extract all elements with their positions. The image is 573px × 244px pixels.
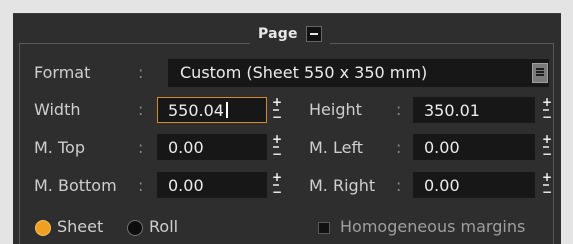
- decrement-icon[interactable]: −: [272, 111, 282, 123]
- margin-right-separator: :: [396, 176, 402, 195]
- increment-icon[interactable]: +: [272, 133, 282, 145]
- width-separator: :: [138, 100, 144, 119]
- margin-bottom-value: 0.00: [168, 176, 204, 195]
- increment-icon[interactable]: +: [542, 96, 552, 108]
- height-spinner[interactable]: + −: [542, 96, 552, 125]
- margin-left-input[interactable]: 0.00: [413, 134, 535, 160]
- panel-header: Page: [250, 23, 330, 45]
- sheet-radio-label: Sheet: [57, 217, 104, 236]
- page-settings-panel: Page Format : Custom (Sheet 550 x 350 mm…: [13, 13, 561, 244]
- decrement-icon[interactable]: −: [272, 186, 282, 198]
- homogeneous-margins-label: Homogeneous margins: [340, 217, 526, 236]
- width-input[interactable]: 550.04: [157, 97, 267, 123]
- format-dropdown[interactable]: Custom (Sheet 550 x 350 mm): [168, 59, 549, 87]
- decrement-icon[interactable]: −: [542, 148, 552, 160]
- margin-right-value: 0.00: [424, 176, 460, 195]
- margin-bottom-input[interactable]: 0.00: [157, 172, 267, 198]
- roll-radio[interactable]: [127, 220, 143, 236]
- decrement-icon[interactable]: −: [542, 111, 552, 123]
- margin-top-value: 0.00: [168, 138, 204, 157]
- panel-border-right: [553, 43, 554, 244]
- panel-title: Page: [258, 26, 298, 42]
- width-label: Width: [34, 100, 81, 119]
- margin-top-spinner[interactable]: + −: [272, 133, 282, 162]
- margin-left-value: 0.00: [424, 138, 460, 157]
- width-value: 550.04: [168, 101, 224, 120]
- decrement-icon[interactable]: −: [272, 148, 282, 160]
- panel-border-left: [19, 43, 20, 244]
- sheet-radio[interactable]: [35, 220, 51, 236]
- format-label: Format: [34, 63, 91, 82]
- margin-top-separator: :: [138, 138, 144, 157]
- dropdown-arrow-icon[interactable]: [532, 63, 548, 83]
- width-spinner[interactable]: + −: [272, 96, 282, 125]
- decrement-icon[interactable]: −: [542, 186, 552, 198]
- height-label: Height: [309, 100, 362, 119]
- increment-icon[interactable]: +: [272, 96, 282, 108]
- margin-left-spinner[interactable]: + −: [542, 133, 552, 162]
- margin-bottom-spinner[interactable]: + −: [272, 171, 282, 200]
- margin-bottom-label: M. Bottom: [34, 176, 117, 195]
- increment-icon[interactable]: +: [272, 171, 282, 183]
- height-separator: :: [396, 100, 402, 119]
- margin-right-input[interactable]: 0.00: [413, 172, 535, 198]
- roll-radio-label: Roll: [149, 217, 179, 236]
- margin-left-label: M. Left: [309, 138, 364, 157]
- margin-top-label: M. Top: [34, 138, 85, 157]
- margin-right-spinner[interactable]: + −: [542, 171, 552, 200]
- homogeneous-margins-checkbox[interactable]: [318, 222, 330, 234]
- margin-bottom-separator: :: [138, 176, 144, 195]
- text-cursor-icon: [226, 102, 228, 118]
- collapse-icon[interactable]: [305, 26, 322, 42]
- margin-right-label: M. Right: [309, 176, 376, 195]
- format-separator: :: [138, 63, 144, 82]
- margin-left-separator: :: [396, 138, 402, 157]
- height-value: 350.01: [424, 101, 480, 120]
- increment-icon[interactable]: +: [542, 171, 552, 183]
- margin-top-input[interactable]: 0.00: [157, 134, 267, 160]
- height-input[interactable]: 350.01: [413, 97, 535, 123]
- increment-icon[interactable]: +: [542, 133, 552, 145]
- format-value: Custom (Sheet 550 x 350 mm): [180, 63, 428, 82]
